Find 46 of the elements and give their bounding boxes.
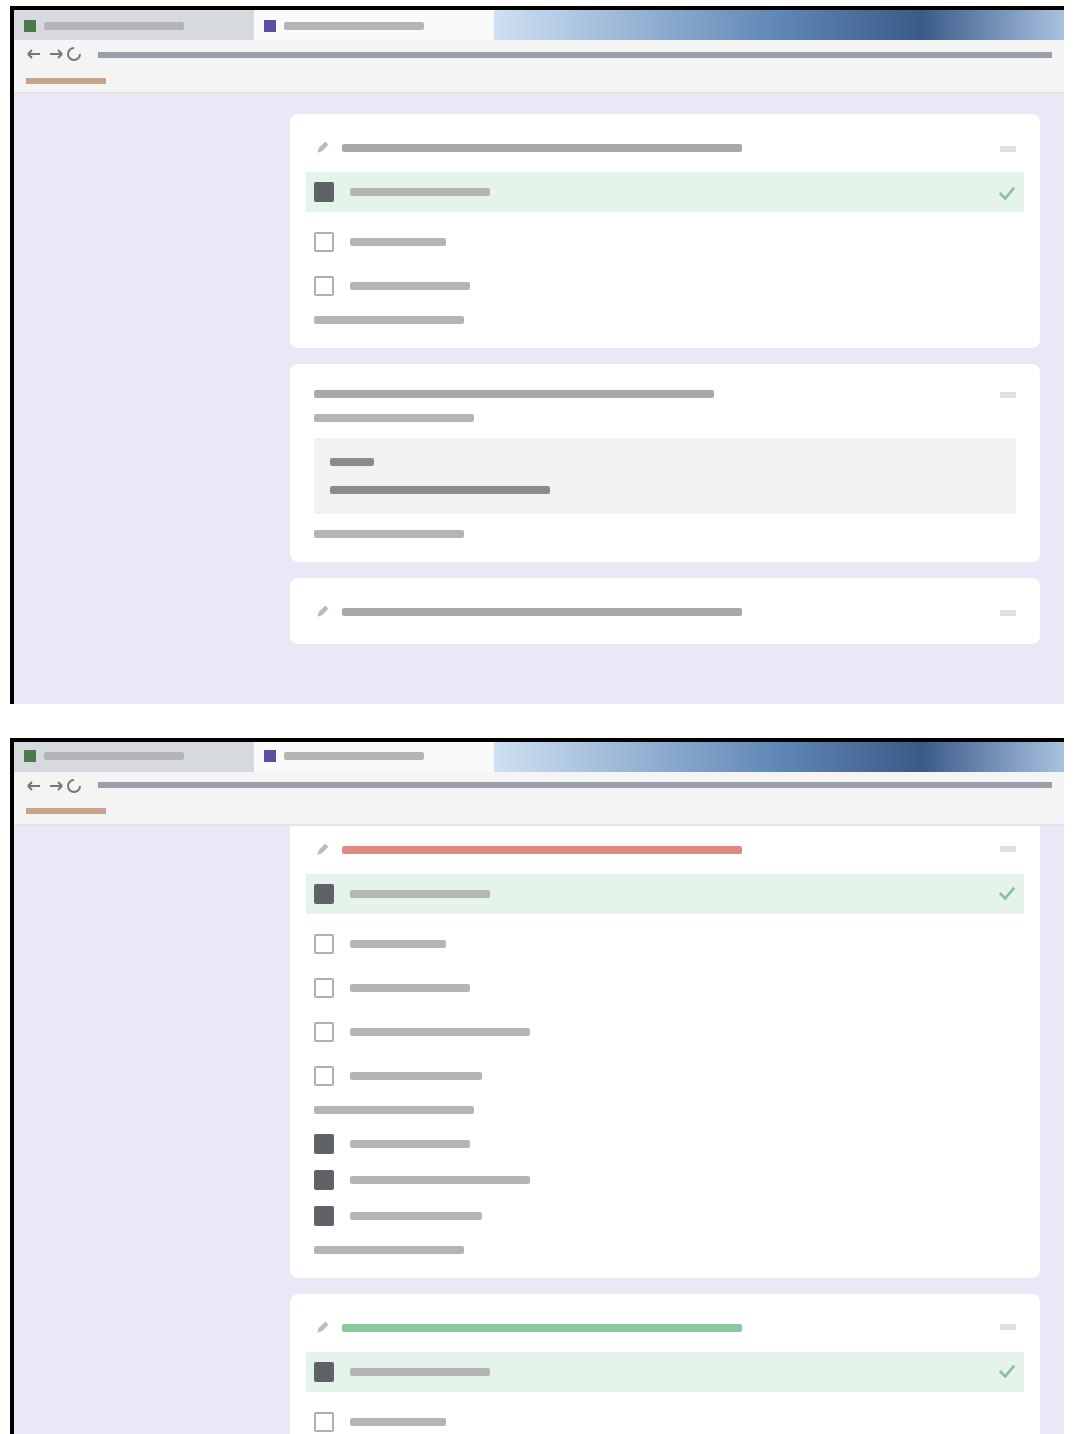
blurred-text	[350, 1211, 482, 1219]
checkbox[interactable]	[314, 1021, 334, 1041]
blurred-text	[350, 1417, 446, 1425]
bookmark-item[interactable]	[26, 77, 106, 83]
checkbox[interactable]	[314, 232, 334, 252]
browser-tab[interactable]	[254, 741, 494, 771]
navigation-icon	[26, 777, 86, 793]
tab-favicon-icon	[264, 750, 276, 762]
pencil-icon	[314, 841, 330, 857]
checkbox[interactable]	[314, 1411, 334, 1431]
blurred-text	[350, 1071, 482, 1079]
blurred-text	[350, 188, 490, 196]
checkbox[interactable]	[314, 977, 334, 997]
blurred-text	[350, 238, 446, 246]
blurred-text	[284, 21, 424, 29]
checkbox[interactable]	[314, 1205, 334, 1225]
navigation-icon	[26, 46, 86, 62]
check-icon	[998, 884, 1016, 902]
pencil-icon	[314, 140, 330, 156]
blurred-text	[350, 1367, 490, 1375]
pencil-icon	[314, 1319, 330, 1335]
pencil-icon	[314, 604, 330, 620]
checkbox[interactable]	[314, 182, 334, 202]
address-bar[interactable]	[98, 51, 1052, 57]
blurred-text	[350, 889, 490, 897]
browser-tab[interactable]	[14, 741, 254, 771]
checkbox[interactable]	[314, 1065, 334, 1085]
blurred-text	[44, 752, 184, 760]
checkbox[interactable]	[314, 1133, 334, 1153]
checkbox[interactable]	[314, 933, 334, 953]
blurred-text	[284, 752, 424, 760]
blurred-text	[350, 983, 470, 991]
blurred-text	[330, 458, 374, 466]
tab-favicon-icon	[264, 19, 276, 31]
checkbox[interactable]	[314, 883, 334, 903]
blurred-text	[44, 21, 184, 29]
tab-favicon-icon	[24, 750, 36, 762]
checkbox[interactable]	[314, 1169, 334, 1189]
checkbox[interactable]	[314, 1361, 334, 1381]
blurred-text	[350, 282, 470, 290]
tab-favicon-icon	[24, 19, 36, 31]
checkbox[interactable]	[314, 276, 334, 296]
check-icon	[998, 183, 1016, 201]
blurred-text	[350, 1139, 470, 1147]
check-icon	[998, 1362, 1016, 1380]
blurred-text	[350, 939, 446, 947]
